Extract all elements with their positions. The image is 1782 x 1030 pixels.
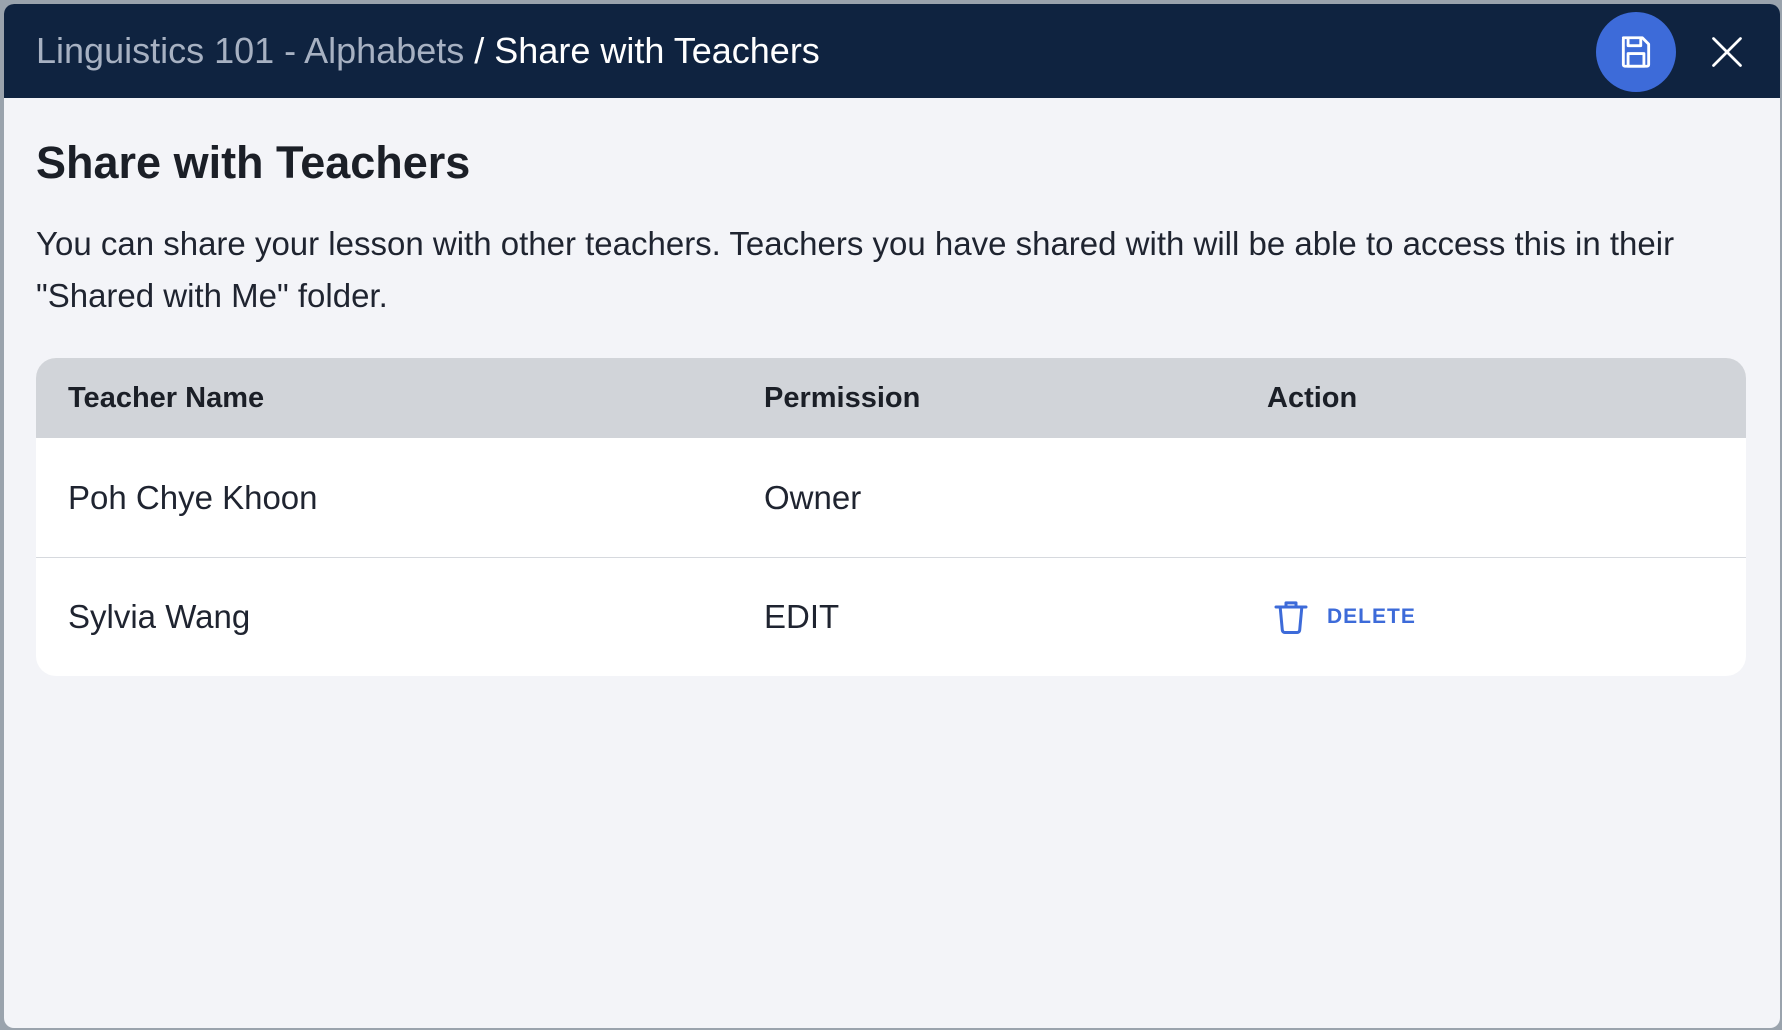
table-row: Sylvia Wang EDIT DELETE bbox=[36, 557, 1746, 676]
breadcrumb-current: Share with Teachers bbox=[494, 30, 820, 71]
save-button[interactable] bbox=[1596, 12, 1676, 92]
column-header-teacher-name: Teacher Name bbox=[68, 381, 265, 414]
dialog-header: Linguistics 101 - Alphabets / Share with… bbox=[4, 4, 1780, 98]
share-dialog: Linguistics 101 - Alphabets / Share with… bbox=[4, 4, 1780, 1028]
action-cell: DELETE bbox=[1267, 597, 1746, 637]
breadcrumb-parent[interactable]: Linguistics 101 - Alphabets bbox=[36, 30, 464, 72]
dialog-content: Share with Teachers You can share your l… bbox=[4, 98, 1780, 676]
table-row: Poh Chye Khoon Owner bbox=[36, 438, 1746, 557]
permission-cell: EDIT bbox=[764, 598, 840, 635]
permission-cell: Owner bbox=[764, 478, 862, 516]
delete-label: DELETE bbox=[1327, 605, 1416, 628]
trash-icon bbox=[1274, 601, 1308, 634]
breadcrumb: Linguistics 101 - Alphabets / Share with… bbox=[36, 30, 820, 72]
teacher-name-cell: Sylvia Wang bbox=[68, 598, 251, 635]
teachers-table: Teacher Name Permission Action Poh Chye … bbox=[36, 358, 1746, 676]
column-header-permission: Permission bbox=[764, 381, 921, 414]
close-button[interactable] bbox=[1704, 29, 1750, 75]
header-actions bbox=[1596, 12, 1750, 92]
teacher-name-cell: Poh Chye Khoon bbox=[68, 478, 318, 516]
page-description: You can share your lesson with other tea… bbox=[36, 225, 1675, 314]
breadcrumb-separator: / bbox=[474, 30, 485, 71]
save-icon bbox=[1621, 36, 1651, 68]
close-icon bbox=[1712, 37, 1742, 67]
page-title: Share with Teachers bbox=[36, 137, 471, 188]
delete-button[interactable]: DELETE bbox=[1267, 597, 1416, 637]
table-header: Teacher Name Permission Action bbox=[36, 358, 1746, 438]
column-header-action: Action bbox=[1267, 381, 1358, 414]
